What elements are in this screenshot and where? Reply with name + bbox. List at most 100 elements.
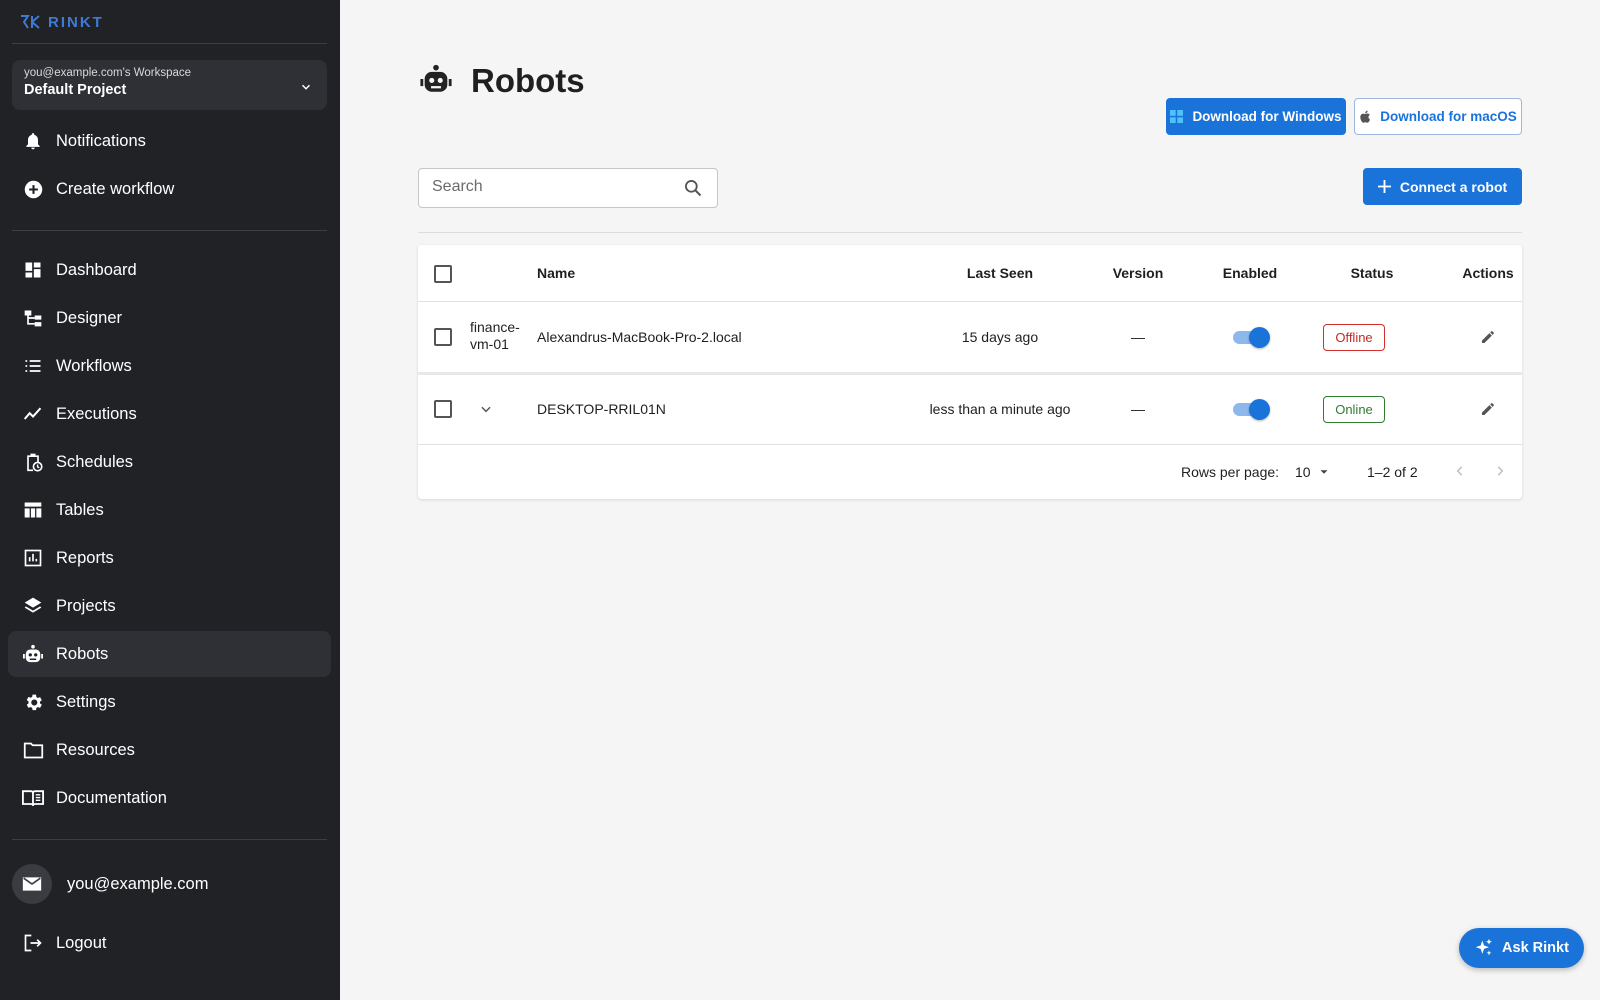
- robot-group-label: finance- vm-01: [470, 319, 520, 353]
- page-title: Robots: [471, 62, 585, 99]
- sidebar-item-dashboard[interactable]: Dashboard: [8, 247, 331, 293]
- table-icon: [22, 499, 44, 521]
- sidebar-item-executions[interactable]: Executions: [8, 391, 331, 437]
- edit-button[interactable]: [1474, 323, 1502, 351]
- search-input[interactable]: [432, 178, 672, 196]
- rows-per-page-label: Rows per page:: [1181, 464, 1280, 480]
- divider: [418, 301, 1522, 302]
- sidebar-item-label: Tables: [56, 500, 104, 519]
- project-name: Default Project: [24, 82, 127, 98]
- logo-mark-icon: [21, 15, 40, 29]
- download-windows-button[interactable]: Download for Windows: [1166, 98, 1346, 135]
- sidebar-item-label: Robots: [56, 644, 109, 663]
- logout-label: Logout: [56, 933, 107, 952]
- bar-chart-icon: [22, 547, 44, 569]
- rows-per-page-value: 10: [1295, 464, 1311, 480]
- sidebar-item-label: Notifications: [56, 131, 146, 150]
- toggle-knob: [1249, 399, 1270, 420]
- logout-button[interactable]: Logout: [8, 920, 331, 966]
- sidebar-item-documentation[interactable]: Documentation: [8, 775, 331, 821]
- column-header-name[interactable]: Name: [537, 265, 575, 281]
- search-field[interactable]: [418, 168, 718, 208]
- previous-page-button[interactable]: [1446, 457, 1474, 485]
- gear-icon: [22, 691, 44, 713]
- folder-icon: [22, 739, 44, 761]
- sidebar: RINKT you@example.com's Workspace Defaul…: [0, 0, 340, 1000]
- divider: [418, 372, 1522, 375]
- download-macos-label: Download for macOS: [1380, 109, 1517, 124]
- dashboard-icon: [22, 259, 44, 281]
- chevron-down-icon: [301, 84, 311, 90]
- sidebar-item-settings[interactable]: Settings: [8, 679, 331, 725]
- sidebar-item-label: Create workflow: [56, 179, 175, 198]
- sidebar-item-projects[interactable]: Projects: [8, 583, 331, 629]
- ask-assistant-button[interactable]: Ask Rinkt: [1459, 928, 1584, 968]
- pencil-icon: [1482, 403, 1494, 415]
- column-header-status[interactable]: Status: [1322, 265, 1422, 281]
- app-logo[interactable]: RINKT: [20, 13, 104, 31]
- pagination-range: 1–2 of 2: [1367, 464, 1418, 480]
- robots-table: Name Last Seen Version Enabled Status Ac…: [418, 245, 1522, 499]
- sidebar-item-designer[interactable]: Designer: [8, 295, 331, 341]
- divider: [418, 444, 1522, 445]
- sidebar-item-resources[interactable]: Resources: [8, 727, 331, 773]
- user-profile[interactable]: you@example.com: [12, 863, 208, 905]
- toggle-knob: [1249, 327, 1270, 348]
- sidebar-item-robots[interactable]: Robots: [8, 631, 331, 677]
- connect-robot-label: Connect a robot: [1399, 178, 1508, 195]
- sidebar-item-create-workflow[interactable]: Create workflow: [8, 166, 331, 212]
- apple-icon: [1359, 110, 1371, 123]
- robot-name: DESKTOP-RRIL01N: [537, 401, 666, 417]
- select-all-checkbox[interactable]: [434, 265, 452, 283]
- logout-icon: [22, 932, 44, 954]
- column-header-version[interactable]: Version: [1088, 265, 1188, 281]
- download-windows-label: Download for Windows: [1192, 109, 1342, 124]
- sidebar-item-label: Settings: [56, 692, 116, 711]
- sidebar-item-workflows[interactable]: Workflows: [8, 343, 331, 389]
- sidebar-item-label: Projects: [56, 596, 116, 615]
- divider: [12, 230, 327, 231]
- expand-row-button[interactable]: [472, 395, 500, 423]
- windows-icon: [1170, 110, 1184, 123]
- rows-per-page-select[interactable]: 10: [1295, 464, 1331, 480]
- chevron-right-icon: [1497, 466, 1504, 476]
- status-badge: Online: [1323, 396, 1385, 423]
- search-icon[interactable]: [683, 178, 703, 198]
- sidebar-item-label: Reports: [56, 548, 114, 567]
- row-checkbox[interactable]: [434, 400, 452, 418]
- enabled-toggle[interactable]: [1231, 398, 1270, 420]
- ask-assistant-label: Ask Rinkt: [1502, 940, 1569, 956]
- sidebar-item-label: Workflows: [56, 356, 132, 375]
- robot-icon: [22, 643, 44, 665]
- robot-name: Alexandrus-MacBook-Pro-2.local: [537, 329, 742, 345]
- version: —: [1131, 401, 1145, 417]
- sidebar-item-label: Documentation: [56, 788, 167, 807]
- pencil-icon: [1482, 331, 1494, 343]
- enabled-toggle[interactable]: [1231, 326, 1270, 348]
- chevron-down-icon: [481, 406, 491, 413]
- edit-button[interactable]: [1474, 395, 1502, 423]
- divider: [12, 839, 327, 840]
- plus-circle-icon: [22, 178, 44, 200]
- trend-line-icon: [22, 403, 44, 425]
- sidebar-item-label: Resources: [56, 740, 135, 759]
- sidebar-item-reports[interactable]: Reports: [8, 535, 331, 581]
- logo-text: RINKT: [48, 13, 104, 31]
- row-checkbox[interactable]: [434, 328, 452, 346]
- sidebar-item-tables[interactable]: Tables: [8, 487, 331, 533]
- next-page-button[interactable]: [1486, 457, 1514, 485]
- avatar: [12, 864, 52, 904]
- sparkle-icon: [1474, 938, 1494, 958]
- divider: [418, 232, 1522, 233]
- column-header-actions: Actions: [1462, 265, 1514, 281]
- download-macos-button[interactable]: Download for macOS: [1354, 98, 1522, 135]
- sidebar-item-label: Designer: [56, 308, 123, 327]
- workspace-selector[interactable]: you@example.com's Workspace Default Proj…: [12, 60, 327, 110]
- connect-robot-button[interactable]: Connect a robot: [1363, 168, 1522, 205]
- last-seen: less than a minute ago: [929, 401, 1071, 417]
- column-header-last-seen[interactable]: Last Seen: [920, 265, 1080, 281]
- column-header-enabled[interactable]: Enabled: [1200, 265, 1300, 281]
- robot-icon: [419, 63, 453, 100]
- sidebar-item-schedules[interactable]: Schedules: [8, 439, 331, 485]
- sidebar-item-notifications[interactable]: Notifications: [8, 118, 331, 164]
